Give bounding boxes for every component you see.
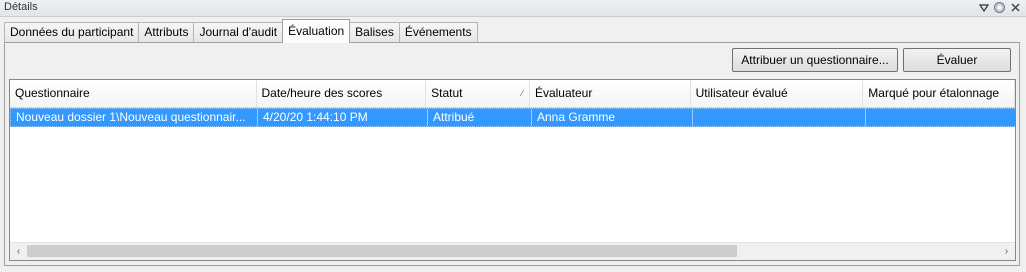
cell-score-datetime: 4/20/20 1:44:10 PM xyxy=(258,109,428,126)
tab-strip: Données du participant Attributs Journal… xyxy=(4,19,478,43)
scrollbar-thumb[interactable] xyxy=(27,245,737,257)
tab-events[interactable]: Événements xyxy=(398,22,478,43)
column-header-status-label: Statut xyxy=(431,86,463,100)
cell-evaluated-user xyxy=(693,109,866,126)
column-header-calibration[interactable]: Marqué pour étalonnage xyxy=(863,80,1015,107)
pin-icon[interactable] xyxy=(993,1,1006,14)
title-bar: Détails xyxy=(0,0,1026,17)
column-header-evaluated-user[interactable]: Utilisateur évalué xyxy=(690,80,864,107)
window-title: Détails xyxy=(4,1,38,13)
evaluations-table: Questionnaire Date/heure des scores Stat… xyxy=(9,79,1016,261)
table-header: Questionnaire Date/heure des scores Stat… xyxy=(10,80,1015,108)
column-header-questionnaire[interactable]: Questionnaire xyxy=(10,80,257,107)
tab-evaluation[interactable]: Évaluation xyxy=(282,19,351,43)
column-header-evaluator[interactable]: Évaluateur xyxy=(529,80,691,107)
dropdown-triangle-icon[interactable] xyxy=(977,1,990,14)
tab-tags[interactable]: Balises xyxy=(349,22,400,43)
scroll-right-icon[interactable]: › xyxy=(998,243,1015,260)
assign-questionnaire-button[interactable]: Attribuer un questionnaire... xyxy=(732,48,898,72)
horizontal-scrollbar[interactable]: ‹ › xyxy=(10,242,1015,260)
cell-calibration xyxy=(866,109,1015,126)
sort-indicator-icon: ⁄ xyxy=(521,89,523,98)
column-header-status[interactable]: Statut ⁄ xyxy=(426,80,530,107)
tab-audit-log[interactable]: Journal d'audit xyxy=(193,22,284,43)
cell-questionnaire: Nouveau dossier 1\Nouveau questionnair..… xyxy=(11,109,258,126)
evaluation-panel: Attribuer un questionnaire... Évaluer Qu… xyxy=(4,42,1020,266)
scroll-left-icon[interactable]: ‹ xyxy=(10,243,27,260)
column-header-score-datetime[interactable]: Date/heure des scores xyxy=(256,80,427,107)
title-bar-icons xyxy=(977,1,1022,14)
tab-participant-data[interactable]: Données du participant xyxy=(4,22,140,43)
close-icon[interactable] xyxy=(1009,1,1022,14)
tab-attributes[interactable]: Attributs xyxy=(138,22,195,43)
evaluate-button[interactable]: Évaluer xyxy=(903,48,1011,72)
cell-evaluator: Anna Gramme xyxy=(532,109,693,126)
cell-status: Attribué xyxy=(428,109,532,126)
table-row[interactable]: Nouveau dossier 1\Nouveau questionnair..… xyxy=(10,108,1015,127)
